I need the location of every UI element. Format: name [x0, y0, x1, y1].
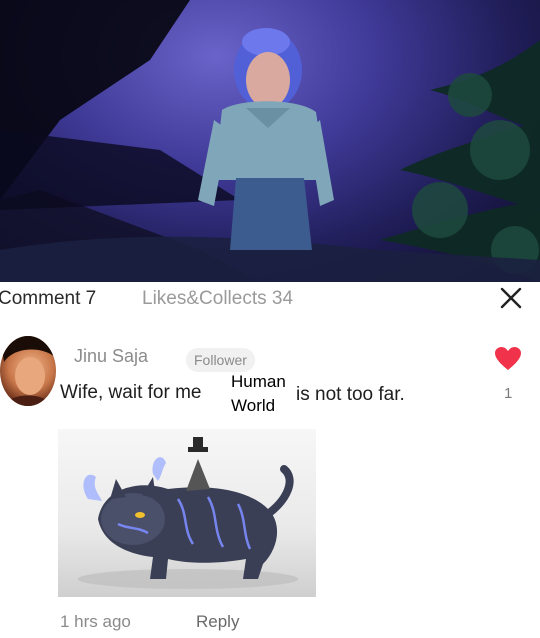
comments-header: Comment 7 Likes&Collects 34 [0, 282, 540, 316]
avatar-image [0, 336, 56, 406]
comment-text-world: World [231, 396, 276, 415]
comment-username[interactable]: Jinu Saja [74, 346, 148, 367]
tab-likes-collects[interactable]: Likes&Collects 34 [142, 288, 293, 310]
heart-icon[interactable] [494, 346, 522, 372]
post-image-art [0, 0, 540, 282]
like-count: 1 [504, 385, 513, 402]
reply-button[interactable]: Reply [196, 612, 239, 632]
close-icon[interactable] [498, 285, 524, 311]
post-image[interactable] [0, 0, 540, 282]
comment-text-human: Human [231, 372, 286, 391]
follower-badge: Follower [186, 348, 255, 372]
comment-attachment-image[interactable] [58, 429, 316, 597]
attachment-art [78, 437, 298, 589]
tab-comment[interactable]: Comment 7 [0, 288, 96, 310]
comment-time: 1 hrs ago [60, 612, 131, 631]
comment-text-part1: Wife, wait for me [60, 382, 202, 403]
comment-text-part3: is not too far. [296, 384, 405, 405]
avatar[interactable] [0, 336, 56, 406]
